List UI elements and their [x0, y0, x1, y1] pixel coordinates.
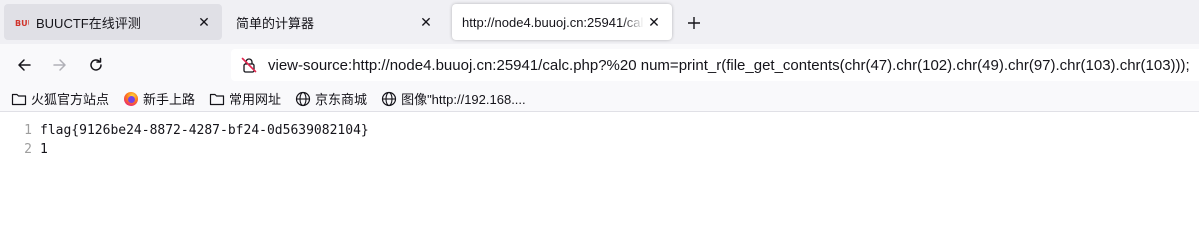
bookmark-label: 火狐官方站点 [31, 92, 110, 107]
source-line: 2 1 [0, 140, 48, 159]
bookmarks-toolbar: 火狐官方站点 新手上路 常用网址 京东商城 图像"http://192.168.… [0, 86, 1199, 112]
tab-buuctf[interactable]: BUU BUUCTF在线评测 ✕ [4, 4, 222, 40]
broken-lock-icon[interactable] [240, 56, 258, 74]
navigation-toolbar: view-source:http://node4.buuoj.cn:25941/… [0, 44, 1199, 86]
back-arrow-icon[interactable] [12, 53, 36, 77]
close-tab-icon[interactable]: ✕ [644, 12, 664, 32]
bookmark-label: 新手上路 [143, 92, 196, 107]
tab-strip: BUU BUUCTF在线评测 ✕ 简单的计算器 ✕ http://node4.b… [0, 0, 1199, 44]
bookmark-jd[interactable]: 京东商城 [295, 89, 367, 108]
tab-calc-source[interactable]: http://node4.buuoj.cn:25941/calc.php ✕ [452, 4, 672, 40]
close-tab-icon[interactable]: ✕ [416, 12, 436, 32]
bookmark-label: 京东商城 [315, 92, 368, 107]
line-text: 1 [40, 142, 48, 157]
globe-icon [295, 91, 311, 107]
tab-title: 简单的计算器 [236, 15, 315, 31]
url-text[interactable]: view-source:http://node4.buuoj.cn:25941/… [268, 57, 1198, 74]
globe-icon [381, 91, 397, 107]
tab-title: BUUCTF在线评测 [36, 15, 141, 31]
bookmark-label: 图像"http://192.168.... [401, 92, 526, 107]
plus-icon[interactable] [683, 12, 705, 34]
reload-icon[interactable] [84, 53, 108, 77]
line-text: flag{9126be24-8872-4287-bf24-0d563908210… [40, 123, 369, 138]
bookmark-label: 常用网址 [229, 92, 282, 107]
line-number: 1 [24, 123, 32, 138]
folder-icon [11, 91, 27, 107]
folder-icon [209, 91, 225, 107]
bookmark-image-link[interactable]: 图像"http://192.168.... [381, 89, 526, 108]
tab-title: http://node4.buuoj.cn:25941/calc.php [462, 14, 644, 30]
close-tab-icon[interactable]: ✕ [194, 12, 214, 32]
buuctf-icon: BUU [14, 14, 30, 30]
view-source-content: 1 flag{9126be24-8872-4287-bf24-0d5639082… [0, 113, 1199, 242]
firefox-icon [123, 91, 139, 107]
url-bar[interactable]: view-source:http://node4.buuoj.cn:25941/… [231, 49, 1199, 81]
forward-arrow-icon[interactable] [48, 53, 72, 77]
bookmark-common-sites[interactable]: 常用网址 [209, 89, 281, 108]
bookmark-firefox-official[interactable]: 火狐官方站点 [11, 89, 109, 108]
svg-text:BUU: BUU [15, 19, 29, 27]
tab-calculator[interactable]: 简单的计算器 ✕ [226, 4, 444, 40]
bookmark-getting-started[interactable]: 新手上路 [123, 89, 195, 108]
source-line: 1 flag{9126be24-8872-4287-bf24-0d5639082… [0, 121, 369, 140]
line-number: 2 [24, 142, 32, 157]
